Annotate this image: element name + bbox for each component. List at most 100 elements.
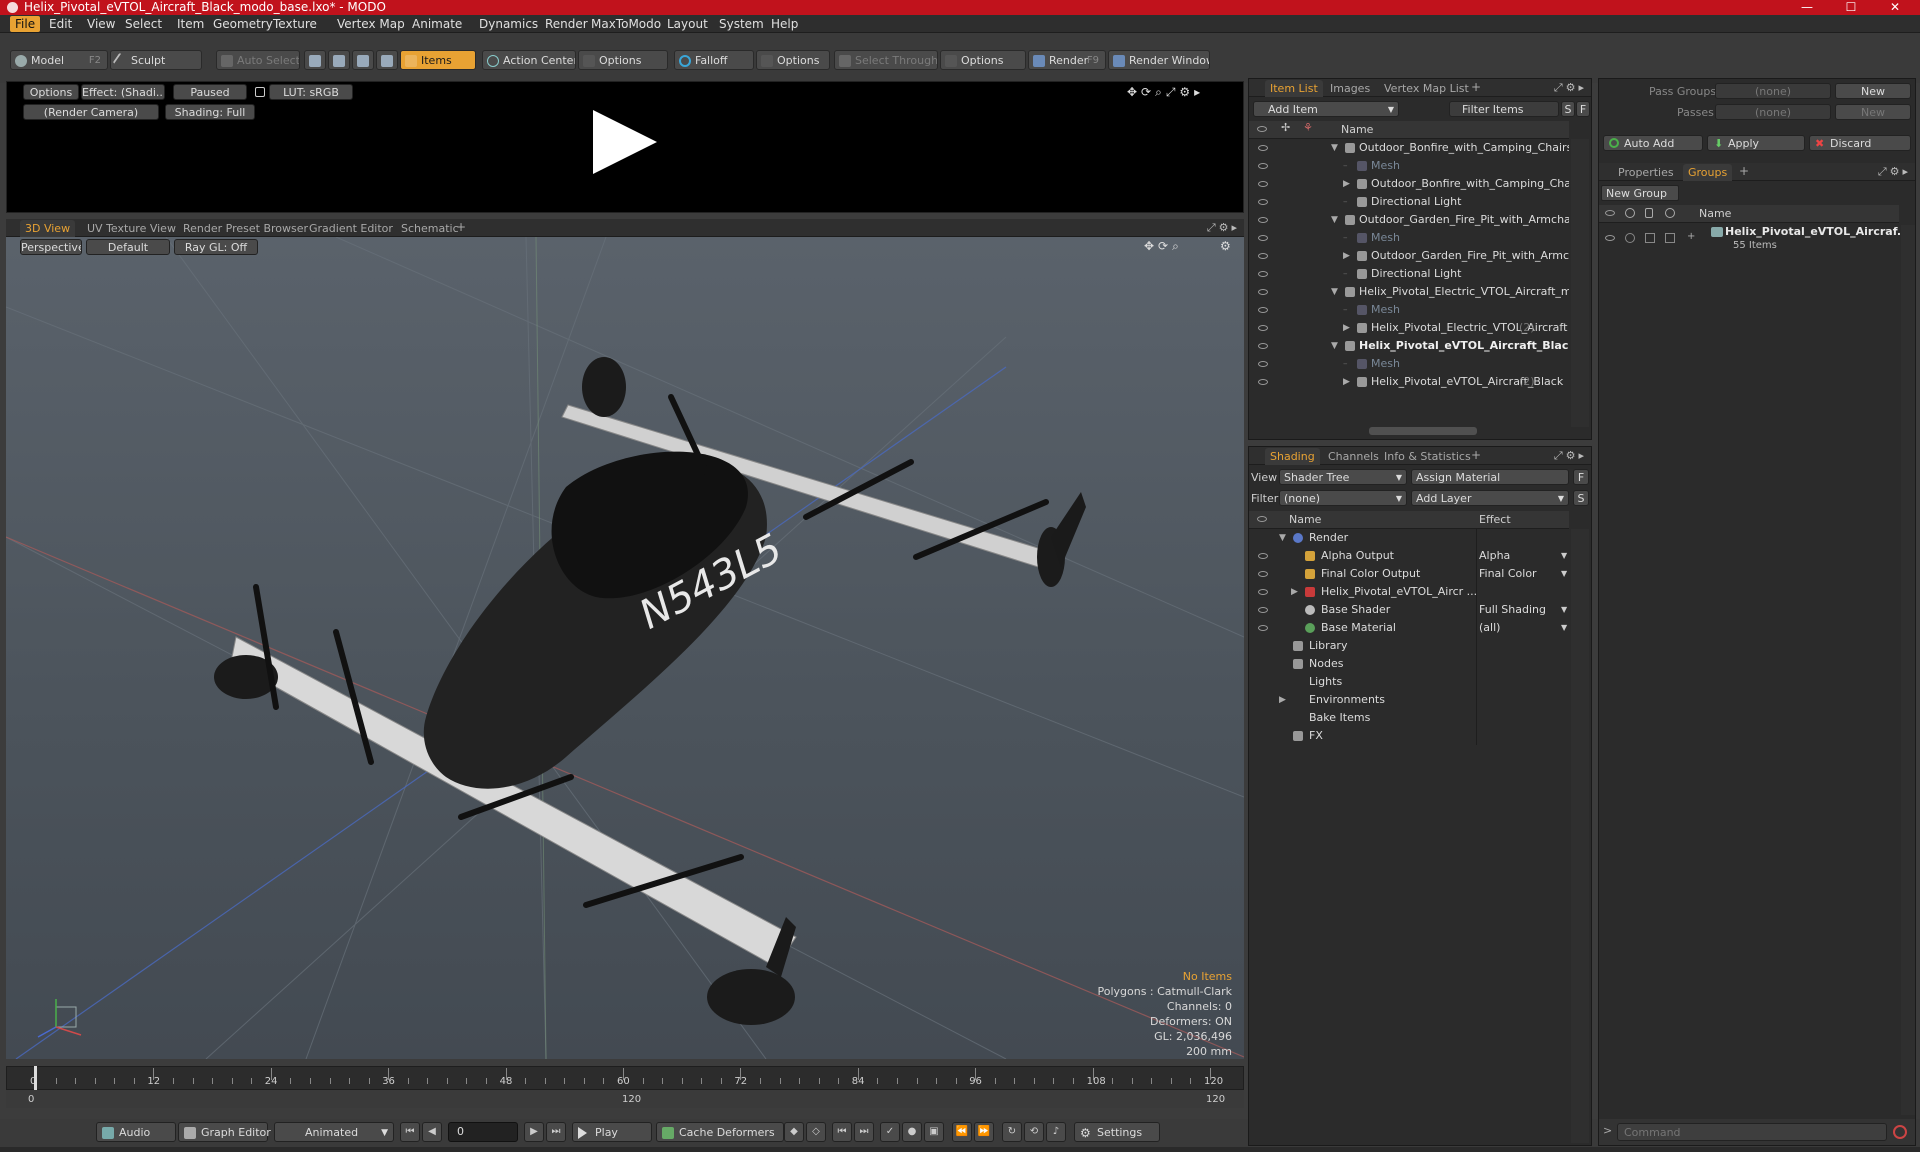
expand-icon[interactable]: ▶ <box>1279 691 1286 709</box>
viewport-tab-gradient-editor[interactable]: Gradient Editor <box>304 220 398 237</box>
item-visibility-icon[interactable] <box>1258 181 1268 187</box>
add-tab-icon[interactable]: + <box>456 220 466 234</box>
group-row[interactable]: + Helix_Pivotal_eVTOL_Aircraf... 55 Item… <box>1599 225 1909 259</box>
group-lock-icon[interactable] <box>1645 233 1655 243</box>
viewport-tab-uv-texture-view[interactable]: UV Texture View <box>82 220 181 237</box>
item-list-row[interactable]: – Mesh <box>1249 301 1569 319</box>
add-tab-icon[interactable]: + <box>1471 448 1481 462</box>
render-effect-dropdown[interactable]: Effect: (Shadi... <box>81 84 165 100</box>
menu-layout[interactable]: Layout <box>662 16 713 32</box>
falloff-button[interactable]: Falloff <box>674 50 754 70</box>
auto-add-button[interactable]: Auto Add <box>1603 135 1703 151</box>
item-visibility-icon[interactable] <box>1258 199 1268 205</box>
view-dropdown[interactable]: Shader Tree ▼ <box>1279 469 1407 485</box>
go-to-start-icon[interactable]: ⏮ <box>400 1122 420 1142</box>
shader-tree-row[interactable]: Base Material (all) ▼ <box>1249 619 1569 637</box>
expand-icon[interactable]: ▶ <box>1343 319 1350 337</box>
menu-maxtomodo[interactable]: MaxToModo <box>586 16 666 32</box>
auto-select-button[interactable]: Auto Select <box>216 50 300 70</box>
item-list-row[interactable]: – Mesh <box>1249 157 1569 175</box>
chevron-down-icon[interactable]: ▼ <box>1561 547 1567 565</box>
panel-options-icon[interactable]: ⤢⚙▸ <box>1878 165 1911 179</box>
group-expand-icon[interactable]: + <box>1687 231 1695 242</box>
step-back-icon[interactable]: ◀ <box>422 1122 442 1142</box>
menu-animate[interactable]: Animate <box>407 16 467 32</box>
add-tab-icon[interactable]: + <box>1739 164 1749 178</box>
viewport-settings-icon[interactable]: ⚙ <box>1220 239 1231 253</box>
expand-icon[interactable]: ▶ <box>1343 247 1350 265</box>
prev-key-icon[interactable]: ⏮ <box>832 1122 852 1142</box>
filter-dropdown[interactable]: (none) ▼ <box>1279 490 1407 506</box>
edges-mode-button[interactable] <box>328 50 350 70</box>
item-list-hscrollbar[interactable] <box>1369 427 1477 435</box>
render-camera-dropdown[interactable]: (Render Camera) <box>23 104 159 120</box>
chevron-down-icon[interactable]: ▼ <box>1561 601 1567 619</box>
item-visibility-icon[interactable] <box>1258 235 1268 241</box>
viewport-nav-controls[interactable]: ✥⟳⌕ <box>1144 239 1183 254</box>
item-visibility-icon[interactable] <box>1258 343 1268 349</box>
panel-options-icon[interactable]: ⤢⚙▸ <box>1554 449 1587 463</box>
item-visibility-icon[interactable] <box>1258 145 1268 151</box>
groups-tab-groups[interactable]: Groups <box>1683 164 1733 181</box>
shading-dropdown[interactable]: Shading: Full <box>165 104 255 120</box>
shader-tree-row[interactable]: Lights <box>1249 673 1569 691</box>
playhead[interactable] <box>34 1066 37 1090</box>
collapse-icon[interactable]: ▼ <box>1331 211 1338 229</box>
shader-tree-row[interactable]: Alpha Output Alpha ▼ <box>1249 547 1569 565</box>
command-record-icon[interactable] <box>1893 1125 1907 1139</box>
filter-items-input[interactable]: Filter Items <box>1449 101 1559 117</box>
item-list-tab-vertex-map-list[interactable]: Vertex Map List <box>1379 80 1474 97</box>
item-list-f-button[interactable]: F <box>1576 101 1590 117</box>
select-through-button[interactable]: Select Through <box>834 50 938 70</box>
item-list-row[interactable]: ▼ Helix_Pivotal_Electric_VTOL_Aircraft_mo… <box>1249 283 1569 301</box>
item-visibility-icon[interactable] <box>1258 379 1268 385</box>
layer-visibility-icon[interactable] <box>1258 607 1268 613</box>
group-select-icon[interactable] <box>1665 233 1675 243</box>
shader-effect-value[interactable]: Final Color <box>1479 565 1537 583</box>
raygl-dropdown[interactable]: Ray GL: Off <box>174 239 258 255</box>
render-button[interactable]: Render F9 <box>1028 50 1106 70</box>
item-visibility-icon[interactable] <box>1258 307 1268 313</box>
shader-effect-value[interactable]: Full Shading <box>1479 601 1546 619</box>
menu-help[interactable]: Help <box>766 16 803 32</box>
apply-button[interactable]: ⬇ Apply <box>1707 135 1805 151</box>
layer-visibility-icon[interactable] <box>1258 553 1268 559</box>
minimize-button[interactable]: — <box>1784 0 1830 15</box>
item-list-row[interactable]: – Mesh <box>1249 355 1569 373</box>
chevron-down-icon[interactable]: ▼ <box>1561 619 1567 637</box>
panel-options-icon[interactable]: ⤢⚙▸ <box>1554 81 1587 95</box>
collapse-icon[interactable]: ▼ <box>1279 529 1286 547</box>
step-forward-icon[interactable]: ▶ <box>524 1122 544 1142</box>
cache-deformers-button[interactable]: Cache Deformers <box>656 1122 784 1142</box>
item-list-row[interactable]: ▶ Outdoor_Bonfire_with_Camping_Chair ... <box>1249 175 1569 193</box>
item-visibility-icon[interactable] <box>1258 253 1268 259</box>
select-through-options-button[interactable]: Options <box>940 50 1026 70</box>
item-list-row[interactable]: – Directional Light <box>1249 265 1569 283</box>
shading-tab-shading[interactable]: Shading <box>1265 448 1320 465</box>
play-button[interactable]: Play <box>572 1122 652 1142</box>
menu-vertex-map[interactable]: Vertex Map <box>332 16 410 32</box>
collapse-icon[interactable]: ▼ <box>1331 283 1338 301</box>
close-button[interactable]: ✕ <box>1872 0 1918 15</box>
item-visibility-icon[interactable] <box>1258 163 1268 169</box>
add-layer-dropdown[interactable]: Add Layer ▼ <box>1411 490 1569 506</box>
expand-icon[interactable]: ▶ <box>1343 373 1350 391</box>
prev-frame-icon[interactable]: ⏪ <box>952 1122 972 1142</box>
next-key-icon[interactable]: ⏭ <box>854 1122 874 1142</box>
audio-button[interactable]: Audio <box>96 1122 176 1142</box>
maximize-button[interactable]: ☐ <box>1828 0 1874 15</box>
menu-render[interactable]: Render <box>540 16 593 32</box>
item-list-row[interactable]: ▶ Helix_Pivotal_eVTOL_Aircraft_Black (2) <box>1249 373 1569 391</box>
layer-visibility-icon[interactable] <box>1258 589 1268 595</box>
shader-tree-row[interactable]: ▼ Render <box>1249 529 1569 547</box>
action-center-options-button[interactable]: Options <box>578 50 668 70</box>
falloff-options-button[interactable]: Options <box>756 50 830 70</box>
viewport-tab-render-preset-browser[interactable]: Render Preset Browser <box>178 220 313 237</box>
shader-tree-row[interactable]: ▶ Environments <box>1249 691 1569 709</box>
vertices-mode-button[interactable] <box>304 50 326 70</box>
collapse-icon[interactable]: ▼ <box>1331 139 1338 157</box>
add-item-dropdown[interactable]: Add Item ▼ <box>1253 101 1399 117</box>
viewport-tab-3d-view[interactable]: 3D View <box>20 220 76 237</box>
expand-icon[interactable]: ▶ <box>1291 583 1298 601</box>
discard-button[interactable]: ✖ Discard <box>1809 135 1911 151</box>
